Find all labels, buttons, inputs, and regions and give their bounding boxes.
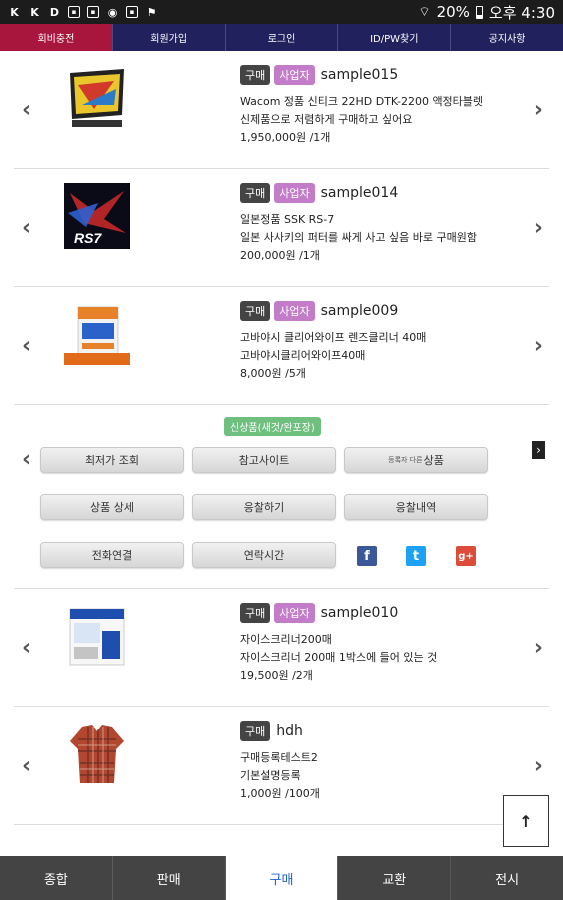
- menu-signup[interactable]: 회원가입: [113, 24, 226, 51]
- item-info: 구매 사업자 sample014 일본정품 SSK RS-7 일본 사사키의 퍼…: [240, 183, 519, 265]
- bottom-nav: 종합 판매 구매 교환 전시: [0, 856, 563, 900]
- username: sample015: [320, 67, 399, 83]
- item-description: 고바야시클리어와이프40매: [240, 349, 366, 362]
- rs7-logo-text: RS7: [74, 230, 102, 246]
- item-price: 19,500원 /2개: [240, 669, 313, 682]
- item-price: 1,000원 /100개: [240, 787, 320, 800]
- item-description: 일본 사사키의 퍼터를 싸게 사고 싶음 바로 구매원함: [240, 231, 477, 244]
- list-item[interactable]: ‹ RS7 구매 사업자 sample014 일본정품 SSK RS-7 일본 …: [14, 169, 549, 287]
- bid-button[interactable]: 응찰하기: [192, 494, 336, 520]
- chrome-icon: ◉: [107, 5, 118, 19]
- status-bar: K K D ▪ ▪ ◉ ▪ ⚑ ⌔ 20% 오후 4:30: [0, 0, 563, 24]
- list-item[interactable]: ‹ 구매 사업자 sample010 자이스크리너200매 자이스크리너 200…: [14, 589, 549, 707]
- buy-tag: 구매: [240, 721, 271, 741]
- prev-arrow-icon[interactable]: ‹: [22, 97, 31, 122]
- top-menu: 회비충전 회원가입 로그인 ID/PW찾기 공지사항: [0, 24, 563, 51]
- username: sample010: [320, 605, 399, 621]
- next-arrow-icon[interactable]: ›: [534, 333, 543, 358]
- item-description: 신제품으로 저렴하게 구매하고 싶어요: [240, 113, 413, 126]
- image-icon: ▪: [87, 6, 99, 18]
- item-description: 기본설명등록: [240, 769, 301, 782]
- prev-arrow-icon[interactable]: ‹: [22, 753, 31, 778]
- zeiss-box-thumbnail: [64, 603, 130, 669]
- item-info: 구매 사업자 sample015 Wacom 정품 신티크 22HD DTK-2…: [240, 65, 519, 147]
- clock: 오후 4:30: [488, 3, 555, 22]
- username: sample009: [320, 303, 399, 319]
- next-arrow-icon[interactable]: ›: [534, 753, 543, 778]
- battery-percent: 20%: [436, 3, 470, 21]
- seller-tag: 사업자: [274, 65, 315, 85]
- menu-find-id-pw[interactable]: ID/PW찾기: [338, 24, 452, 51]
- arrow-up-icon: ↑: [519, 811, 533, 831]
- next-arrow-icon[interactable]: ›: [534, 97, 543, 122]
- item-title: Wacom 정품 신티크 22HD DTK-2200 액정타블렛: [240, 95, 484, 108]
- rs7-thumbnail: RS7: [64, 183, 130, 249]
- menu-login[interactable]: 로그인: [226, 24, 339, 51]
- reference-site-button[interactable]: 참고사이트: [192, 447, 336, 473]
- facebook-share-icon[interactable]: f: [357, 546, 377, 566]
- lowest-price-button[interactable]: 최저가 조회: [40, 447, 184, 473]
- battery-icon: [475, 5, 483, 19]
- google-plus-share-icon[interactable]: g+: [456, 546, 476, 566]
- prev-arrow-icon[interactable]: ‹: [22, 447, 31, 472]
- item-action-panel: 신상품(새것/완포장) ‹ › 최저가 조회 참고사이트 등록자 다른 상품 상품…: [14, 405, 549, 589]
- next-arrow-icon[interactable]: ›: [534, 215, 543, 240]
- bid-history-button[interactable]: 응찰내역: [344, 494, 488, 520]
- prev-arrow-icon[interactable]: ‹: [22, 333, 31, 358]
- flag-icon: ⚑: [146, 5, 157, 19]
- tab-sell[interactable]: 판매: [113, 856, 226, 900]
- tab-exhibition[interactable]: 전시: [451, 856, 563, 900]
- notification-icons: K K D ▪ ▪ ◉ ▪ ⚑: [8, 6, 158, 19]
- seller-other-products-button[interactable]: 등록자 다른 상품: [344, 447, 488, 473]
- listing-list: ‹ 구매 사업자 sample015 Wacom 정품 신티크 22HD DTK…: [0, 51, 563, 825]
- image-icon: ▪: [68, 6, 80, 18]
- k-icon: K: [30, 5, 39, 19]
- list-item[interactable]: ‹ 구매 hdh 구매등록테스트2 기본설명등록 1,000원 /100개 ›: [14, 707, 549, 825]
- list-item[interactable]: ‹ 구매 사업자 sample015 Wacom 정품 신티크 22HD DTK…: [14, 51, 549, 169]
- username: sample014: [320, 185, 399, 201]
- username: hdh: [276, 723, 303, 739]
- seller-tag: 사업자: [274, 301, 315, 321]
- item-price: 8,000원 /5개: [240, 367, 306, 380]
- tablet-thumbnail: [64, 65, 130, 131]
- item-description: 자이스크리너 200매 1박스에 들어 있는 것: [240, 651, 438, 664]
- cleaner-box-thumbnail: [64, 301, 130, 367]
- tab-exchange[interactable]: 교환: [338, 856, 452, 900]
- tab-overview[interactable]: 종합: [0, 856, 113, 900]
- list-item[interactable]: ‹ 구매 사업자 sample009 고바야시 클리어와이프 렌즈클리너 40매…: [14, 287, 549, 405]
- item-title: 일본정품 SSK RS-7: [240, 213, 335, 226]
- seller-tag: 사업자: [274, 183, 315, 203]
- twitter-share-icon[interactable]: t: [406, 546, 426, 566]
- item-title: 구매등록테스트2: [240, 751, 318, 764]
- buy-tag: 구매: [240, 183, 271, 203]
- new-product-badge: 신상품(새것/완포장): [224, 417, 321, 436]
- item-info: 구매 사업자 sample010 자이스크리너200매 자이스크리너 200매 …: [240, 603, 519, 685]
- item-price: 1,950,000원 /1개: [240, 131, 331, 144]
- tab-buy[interactable]: 구매: [225, 856, 339, 900]
- d-icon: D: [49, 5, 60, 19]
- item-price: 200,000원 /1개: [240, 249, 320, 262]
- next-arrow-icon[interactable]: ›: [534, 635, 543, 660]
- next-square-arrow-icon[interactable]: ›: [532, 441, 545, 459]
- scroll-to-top-button[interactable]: ↑: [503, 795, 549, 847]
- item-info: 구매 사업자 sample009 고바야시 클리어와이프 렌즈클리너 40매 고…: [240, 301, 519, 383]
- contact-time-button[interactable]: 연락시간: [192, 542, 336, 568]
- buy-tag: 구매: [240, 603, 271, 623]
- shirt-thumbnail: [64, 721, 130, 787]
- item-info: 구매 hdh 구매등록테스트2 기본설명등록 1,000원 /100개: [240, 721, 519, 803]
- call-button[interactable]: 전화연결: [40, 542, 184, 568]
- image-icon: ▪: [126, 6, 138, 18]
- item-title: 자이스크리너200매: [240, 633, 332, 646]
- buy-tag: 구매: [240, 301, 271, 321]
- menu-charge[interactable]: 회비충전: [0, 24, 113, 51]
- prev-arrow-icon[interactable]: ‹: [22, 635, 31, 660]
- buy-tag: 구매: [240, 65, 271, 85]
- wifi-icon: ⌔: [418, 5, 431, 20]
- k-icon: K: [10, 5, 19, 19]
- menu-notice[interactable]: 공지사항: [451, 24, 563, 51]
- seller-tag: 사업자: [274, 603, 315, 623]
- product-detail-button[interactable]: 상품 상세: [40, 494, 184, 520]
- item-title: 고바야시 클리어와이프 렌즈클리너 40매: [240, 331, 427, 344]
- prev-arrow-icon[interactable]: ‹: [22, 215, 31, 240]
